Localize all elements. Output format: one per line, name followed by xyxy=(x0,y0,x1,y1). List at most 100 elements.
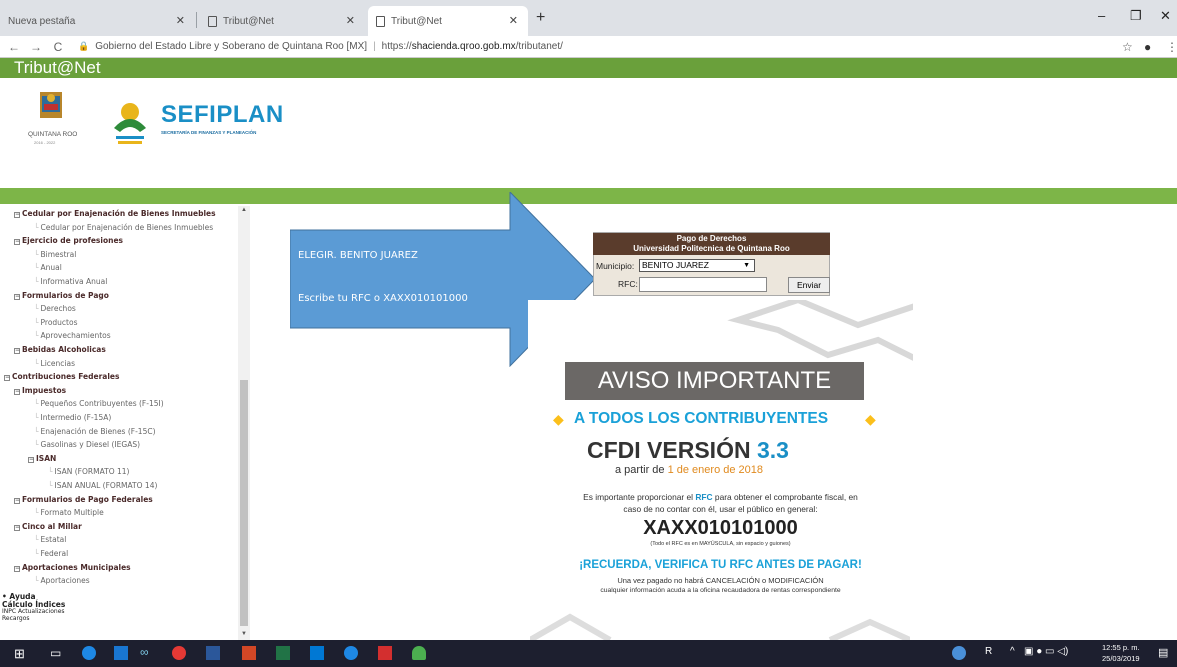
sidebar-item[interactable]: └ Aprovechamientos xyxy=(34,331,111,340)
sidebar-scroll-thumb[interactable] xyxy=(240,380,248,626)
lock-icon[interactable]: 🔒 xyxy=(78,41,89,52)
tray-app-icon[interactable] xyxy=(952,646,966,660)
edge-icon[interactable] xyxy=(82,646,96,660)
sidebar-item[interactable]: └ Estatal xyxy=(34,535,66,544)
sidebar-item[interactable]: − Ejercicio de profesiones xyxy=(14,236,123,246)
qroo-years: 2016 - 2022 xyxy=(34,140,56,145)
sidebar-item[interactable]: └ Intermedio (F-15A) xyxy=(34,413,111,422)
sidebar-item-label: Gasolinas y Diesel (IEGAS) xyxy=(40,440,141,450)
collapse-icon[interactable]: − xyxy=(14,524,20,531)
sidebar-item[interactable]: └ Anual xyxy=(34,263,62,272)
sidebar-item[interactable]: └ Cedular por Enajenación de Bienes Inmue… xyxy=(34,223,213,232)
sidebar-item[interactable]: − Aportaciones Municipales xyxy=(14,563,131,572)
sidebar-item[interactable]: └ Productos xyxy=(34,318,78,327)
forward-icon[interactable]: → xyxy=(28,40,44,54)
sidebar-item[interactable]: └ Bimestral xyxy=(34,250,76,259)
window-close-icon[interactable]: ✕ xyxy=(1160,8,1171,24)
sidebar-item[interactable]: − ISAN xyxy=(28,454,56,463)
sidebar-item[interactable]: − Formularios de Pago xyxy=(14,291,109,300)
collapse-icon[interactable]: − xyxy=(14,497,20,504)
submit-button[interactable]: Enviar xyxy=(788,277,830,293)
word-icon[interactable] xyxy=(206,646,220,660)
sidebar-item[interactable]: └ Informativa Anual xyxy=(34,277,107,286)
tree-branch-icon: └ xyxy=(34,317,39,327)
text1-post: para obtener el comprobante fiscal, en xyxy=(714,492,858,502)
sidebar-item[interactable]: └ Formato Multiple xyxy=(34,508,104,517)
chrome-icon[interactable] xyxy=(172,646,186,660)
profile-icon[interactable]: ● xyxy=(1144,40,1151,54)
tree-branch-icon: └ xyxy=(34,249,39,259)
sidebar-item[interactable]: − Formularios de Pago Federales xyxy=(14,495,153,504)
tab-tributanet-2[interactable]: Tribut@Net ✕ xyxy=(368,6,528,36)
task-view-icon[interactable]: ▭ xyxy=(50,646,61,660)
powerpoint-icon[interactable] xyxy=(242,646,256,660)
minimize-icon[interactable]: – xyxy=(1098,8,1105,23)
sidebar-item[interactable]: └ Aportaciones xyxy=(34,576,90,585)
sidebar-item[interactable]: └ Pequeños Contribuyentes (F-15I) xyxy=(34,399,164,408)
sidebar-item[interactable]: └ Derechos xyxy=(34,304,76,313)
collapse-icon[interactable]: − xyxy=(4,375,10,382)
collapse-icon[interactable]: − xyxy=(14,388,20,395)
excel-icon[interactable] xyxy=(276,646,290,660)
sidebar-item-label: Bebidas Alcoholicas xyxy=(22,345,106,354)
sidebar-item-label: Pequeños Contribuyentes (F-15I) xyxy=(40,399,164,409)
sidebar-footer-link[interactable]: INPC Actualizaciones xyxy=(2,608,65,615)
sidebar-item[interactable]: − Cinco al Millar xyxy=(14,522,82,531)
address-bar[interactable]: ← → C 🔒 Gobierno del Estado Libre y Sobe… xyxy=(0,36,1177,58)
sidebar-item-label: Formularios de Pago xyxy=(22,290,109,300)
outlook-icon[interactable] xyxy=(114,646,128,660)
url-domain: shacienda.qroo.gob.mx xyxy=(411,41,516,52)
tray-icons[interactable]: ▣ ● ▭ ◁) xyxy=(1024,646,1068,657)
infinity-app-icon[interactable]: ∞ xyxy=(140,645,149,659)
collapse-icon[interactable]: − xyxy=(14,565,20,572)
ie-icon[interactable] xyxy=(344,646,358,660)
collapse-icon[interactable]: − xyxy=(14,348,20,354)
back-icon[interactable]: ← xyxy=(6,40,22,54)
chevron-down-icon: ▼ xyxy=(743,262,750,269)
tab-new-tab[interactable]: Nueva pestaña ✕ xyxy=(0,6,195,36)
sidebar-item[interactable]: └ ISAN ANUAL (FORMATO 14) xyxy=(48,481,157,490)
rfc-input[interactable] xyxy=(639,277,767,292)
clock-time[interactable]: 12:55 p. m. xyxy=(1102,643,1140,652)
new-tab-icon[interactable]: + xyxy=(536,9,545,27)
collapse-icon[interactable]: − xyxy=(14,239,20,246)
outlook-icon-2[interactable] xyxy=(310,646,324,660)
sidebar-item[interactable]: − Cedular por Enajenación de Bienes Inmue… xyxy=(14,209,216,218)
sidebar-item-label: Aprovechamientos xyxy=(40,331,111,341)
collapse-icon[interactable]: − xyxy=(14,293,20,300)
sidebar-item[interactable]: − Bebidas Alcoholicas xyxy=(14,345,106,354)
clock-date[interactable]: 25/03/2019 xyxy=(1102,654,1140,663)
scroll-up-icon[interactable]: ▲ xyxy=(241,207,247,213)
municipio-select[interactable]: BENITO JUAREZ ▼ xyxy=(639,259,755,272)
tree-branch-icon: └ xyxy=(34,413,39,422)
people-icon[interactable]: R xyxy=(985,646,992,657)
close-icon[interactable]: ✕ xyxy=(346,14,355,27)
cfdi-date: a partir de 1 de enero de 2018 xyxy=(615,464,763,476)
maximize-icon[interactable]: ❐ xyxy=(1130,8,1142,24)
collapse-icon[interactable]: − xyxy=(14,212,20,218)
close-icon[interactable]: ✕ xyxy=(176,14,185,27)
sidebar-item[interactable]: └ Gasolinas y Diesel (IEGAS) xyxy=(34,440,140,449)
sidebar-item-label: ISAN (FORMATO 11) xyxy=(54,467,130,477)
sidebar-item[interactable]: └ Federal xyxy=(34,549,68,558)
sidebar-item-label: Licencias xyxy=(40,358,75,368)
sidebar-item[interactable]: − Contribuciones Federales xyxy=(4,372,119,382)
notification-icon[interactable]: ▤ xyxy=(1158,646,1168,659)
notice-text-3: Una vez pagado no habrá CANCELACIÓN o MO… xyxy=(617,576,824,585)
tab-tributanet-1[interactable]: Tribut@Net ✕ xyxy=(200,6,365,36)
windows-start-icon[interactable]: ⊞ xyxy=(14,646,25,662)
reload-icon[interactable]: C xyxy=(50,40,66,54)
acrobat-icon[interactable] xyxy=(378,646,392,660)
collapse-icon[interactable]: − xyxy=(28,456,34,463)
menu-icon[interactable]: ⋮ xyxy=(1166,40,1177,54)
sidebar-item[interactable]: − Impuestos xyxy=(14,386,66,395)
close-icon[interactable]: ✕ xyxy=(509,14,518,27)
sidebar-item[interactable]: └ Licencias xyxy=(34,359,75,368)
sidebar-footer-link[interactable]: Recargos xyxy=(2,615,30,622)
sidebar-item[interactable]: └ ISAN (FORMATO 11) xyxy=(48,467,129,476)
bookmark-star-icon[interactable]: ☆ xyxy=(1122,40,1133,54)
tray-chevron-icon[interactable]: ^ xyxy=(1010,646,1015,657)
scroll-down-icon[interactable]: ▼ xyxy=(241,631,247,637)
tree-app-icon[interactable] xyxy=(412,646,426,660)
sidebar-item[interactable]: └ Enajenación de Bienes (F-15C) xyxy=(34,427,156,436)
